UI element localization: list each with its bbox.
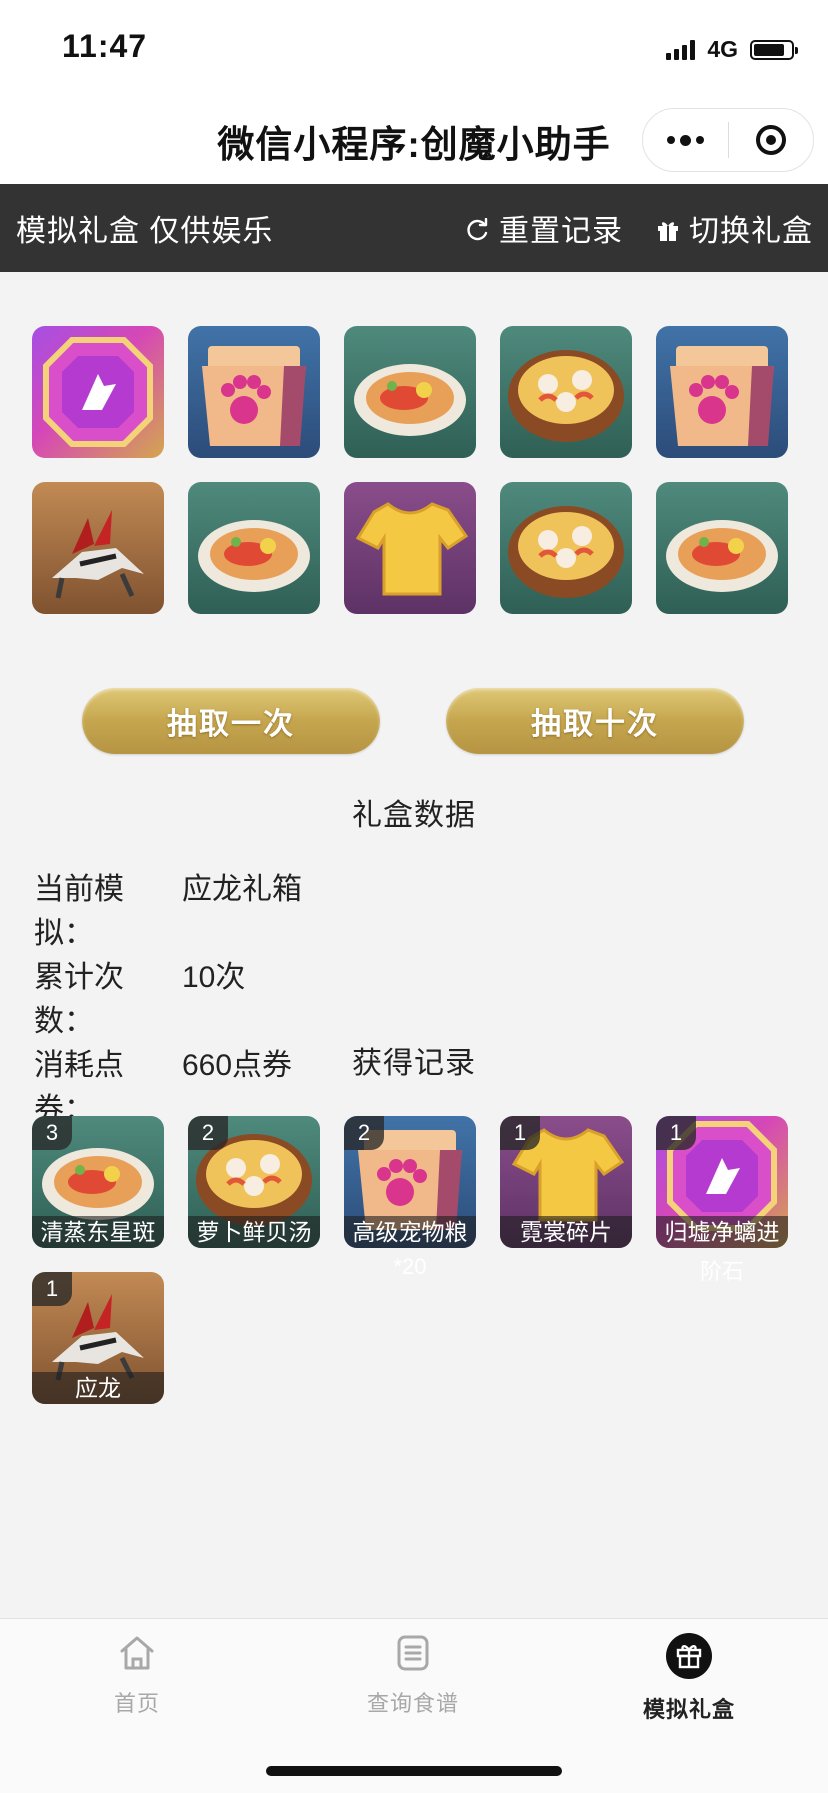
result-item (344, 482, 476, 614)
radish-clam-soup-icon (500, 482, 632, 614)
tab-home-label: 首页 (113, 1691, 160, 1716)
signal-icon (666, 39, 696, 60)
switch-giftbox-label: 切换礼盒 (689, 215, 813, 248)
record-item: 1 归墟净螭进 (656, 1116, 788, 1248)
result-item (32, 482, 164, 614)
records-title: 获得记录 (352, 1047, 476, 1080)
result-item (188, 482, 320, 614)
record-item-name-overflow: *20 (393, 1254, 427, 1279)
stat-label: 当前模拟： (34, 873, 124, 950)
toolbar-title: 模拟礼盒 仅供娱乐 (16, 215, 274, 248)
result-item (656, 326, 788, 458)
document-icon (393, 1633, 433, 1678)
more-button[interactable] (643, 109, 728, 171)
giftbox-data-title: 礼盒数据 (352, 799, 476, 832)
reset-record-label: 重置记录 (499, 215, 623, 248)
draw-ten-button[interactable]: 抽取十次 (446, 688, 744, 754)
record-item-name: 归墟净螭进 (656, 1216, 788, 1248)
steamed-fish-dish-icon (344, 326, 476, 458)
title-bar: 微信小程序:创魔小助手 (0, 96, 828, 184)
more-dots-icon (666, 134, 704, 146)
record-item-name: 清蒸东星斑 (32, 1216, 164, 1248)
status-indicators: 4G (666, 36, 798, 63)
quantity-badge: 1 (500, 1116, 540, 1150)
tab-gift[interactable]: 模拟礼盒 (589, 1633, 789, 1724)
draw-once-button[interactable]: 抽取一次 (82, 688, 380, 754)
quantity-badge: 2 (188, 1116, 228, 1150)
quantity-badge: 2 (344, 1116, 384, 1150)
record-item: 1 应龙 (32, 1272, 164, 1404)
capsule-menu (642, 108, 814, 172)
stat-current-box: 当前模拟： 应龙礼箱 (34, 868, 302, 956)
quantity-badge: 1 (32, 1272, 72, 1306)
record-item: 2 萝卜鲜贝汤 (188, 1116, 320, 1248)
stat-value: 10次 (182, 961, 246, 994)
result-item (32, 326, 164, 458)
steamed-fish-dish-icon (656, 482, 788, 614)
close-miniprogram-button[interactable] (729, 109, 814, 171)
result-item (344, 326, 476, 458)
giftbox-stats: 当前模拟： 应龙礼箱 累计次数： 10次 消耗点券： 660点券 (34, 868, 302, 1132)
pet-food-bag-icon (188, 326, 320, 458)
record-item-name-overflow: 阶石 (699, 1259, 744, 1284)
quantity-badge: 1 (656, 1116, 696, 1150)
battery-icon (750, 39, 798, 60)
quantity-badge: 3 (32, 1116, 72, 1150)
result-item (500, 326, 632, 458)
record-item-name: 应龙 (32, 1372, 164, 1404)
target-circle-icon (755, 125, 786, 155)
record-item: 2 高级宠物粮 (344, 1116, 476, 1248)
stat-label: 累计次数： (34, 961, 124, 1038)
reset-record-button[interactable]: 重置记录 (466, 206, 623, 250)
golden-shirt-icon (344, 482, 476, 614)
radish-clam-soup-icon (500, 326, 632, 458)
tab-recipes[interactable]: 查询食谱 (313, 1633, 513, 1718)
refresh-icon (466, 216, 490, 241)
top-toolbar: 模拟礼盒 仅供娱乐 重置记录 切换礼盒 (0, 184, 828, 272)
record-item: 3 清蒸东星斑 (32, 1116, 164, 1248)
status-time: 11:47 (62, 28, 148, 64)
gift-icon (666, 1633, 712, 1684)
result-item (656, 482, 788, 614)
result-item (500, 482, 632, 614)
steamed-fish-dish-icon (188, 482, 320, 614)
record-item-name: 萝卜鲜贝汤 (188, 1216, 320, 1248)
stat-draw-count: 累计次数： 10次 (34, 956, 302, 1044)
home-indicator (266, 1766, 562, 1776)
tab-home[interactable]: 首页 (37, 1633, 237, 1718)
stat-value: 应龙礼箱 (182, 873, 302, 906)
home-icon (117, 1633, 157, 1678)
tab-recipes-label: 查询食谱 (366, 1691, 459, 1716)
tab-gift-label: 模拟礼盒 (642, 1697, 735, 1722)
pet-food-bag-icon (656, 326, 788, 458)
record-item-name: 高级宠物粮 (344, 1216, 476, 1248)
switch-giftbox-button[interactable]: 切换礼盒 (656, 206, 813, 250)
record-item-name: 霓裳碎片 (500, 1216, 632, 1248)
dragon-mount-icon (32, 482, 164, 614)
status-bar: 11:47 4G (0, 0, 828, 96)
network-type: 4G (707, 36, 738, 62)
gift-icon (656, 216, 680, 241)
violet-gem-icon (32, 326, 164, 458)
record-item: 1 霓裳碎片 (500, 1116, 632, 1248)
result-item (188, 326, 320, 458)
